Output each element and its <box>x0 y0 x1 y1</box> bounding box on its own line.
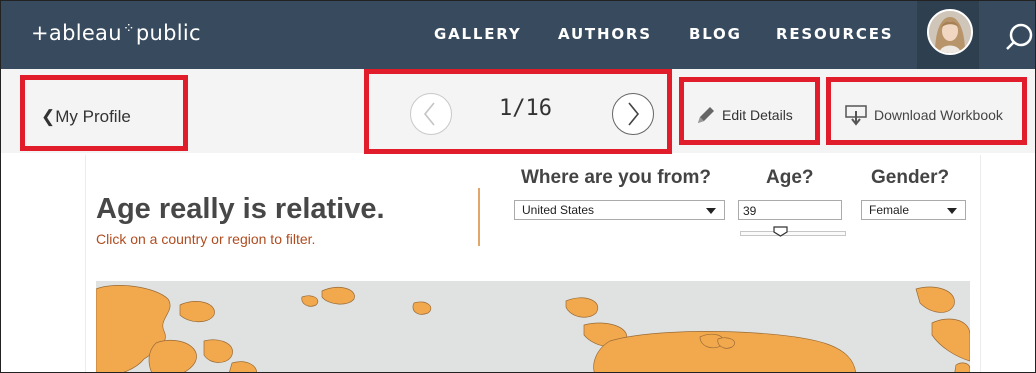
age-slider[interactable] <box>740 226 846 237</box>
nav-gallery[interactable]: GALLERY <box>434 25 521 43</box>
age-input[interactable]: 39 <box>738 200 842 220</box>
prev-arrow-icon <box>423 102 435 126</box>
gender-value: Female <box>869 203 910 217</box>
viz-subtitle: Click on a country or region to filter. <box>96 231 316 247</box>
next-button[interactable] <box>612 93 654 135</box>
pencil-icon <box>698 107 714 123</box>
age-label: Age? <box>766 167 814 188</box>
workbook-pager: 1/16 <box>364 69 672 154</box>
user-menu[interactable] <box>917 1 979 69</box>
country-value: United States <box>522 203 595 217</box>
age-value: 39 <box>743 204 757 218</box>
viz-title: Age really is relative. <box>96 193 385 225</box>
page-indicator: 1/16 <box>499 96 552 121</box>
my-profile-back-link[interactable]: ❮My Profile <box>20 75 188 151</box>
top-navigation-bar: +ableau⁘public GALLERY AUTHORS BLOG RESO… <box>1 1 1035 69</box>
logo-text-right: public <box>135 21 201 45</box>
gender-label: Gender? <box>871 167 950 188</box>
slider-track <box>740 231 846 236</box>
nav-blog[interactable]: BLOG <box>689 25 742 43</box>
where-from-label: Where are you from? <box>521 167 712 188</box>
next-arrow-icon <box>628 102 640 126</box>
avatar[interactable] <box>927 9 973 55</box>
viz-container: Age really is relative. Click on a count… <box>85 155 981 373</box>
chevron-down-icon <box>706 208 716 214</box>
download-workbook-button[interactable]: Download Workbook <box>826 77 1027 145</box>
download-workbook-label: Download Workbook <box>874 107 1003 123</box>
logo-text-left: +ableau <box>31 21 122 45</box>
nav-resources[interactable]: RESOURCES <box>776 25 893 43</box>
app-frame: +ableau⁘public GALLERY AUTHORS BLOG RESO… <box>0 0 1036 373</box>
chevron-left-icon: ❮ <box>41 107 56 126</box>
edit-details-label: Edit Details <box>722 107 793 123</box>
gender-select[interactable]: Female <box>861 200 966 220</box>
download-icon <box>845 105 867 126</box>
world-map[interactable] <box>96 281 970 373</box>
my-profile-label: My Profile <box>55 107 131 126</box>
chevron-down-icon <box>947 208 957 214</box>
search-icon[interactable] <box>1005 21 1035 51</box>
logo-icon: ⁘ <box>122 21 135 37</box>
nav-authors[interactable]: AUTHORS <box>558 25 652 43</box>
edit-details-button[interactable]: Edit Details <box>679 77 820 145</box>
country-select[interactable]: United States <box>514 200 725 220</box>
world-map-graphic[interactable] <box>96 281 970 373</box>
slider-thumb-icon[interactable] <box>773 226 788 237</box>
previous-button[interactable] <box>410 93 452 135</box>
divider <box>478 188 480 246</box>
tableau-public-logo[interactable]: +ableau⁘public <box>31 21 201 45</box>
